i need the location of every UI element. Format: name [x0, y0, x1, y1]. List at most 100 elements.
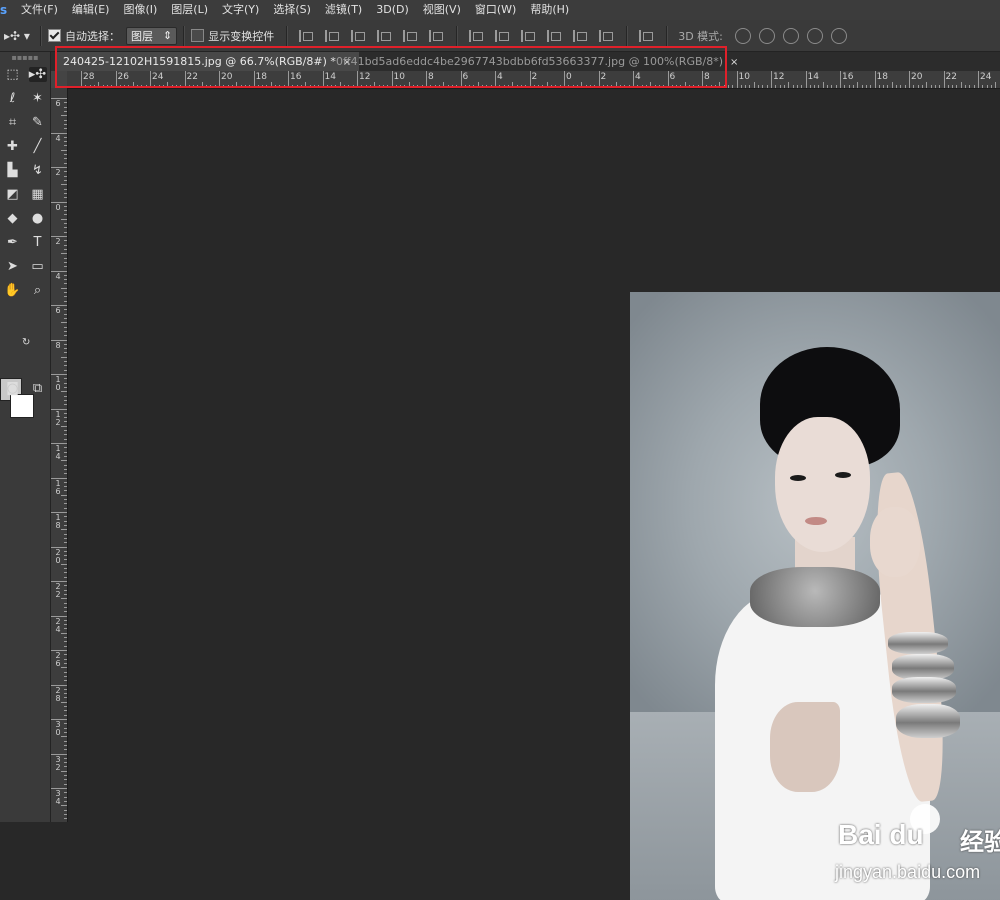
ruler-tick [547, 82, 548, 88]
pen-tool-icon[interactable]: ✒ [4, 235, 22, 250]
align-right-icon[interactable] [429, 30, 445, 42]
ruler-tick [107, 85, 108, 88]
auto-align-icon[interactable] [639, 30, 655, 42]
ruler-label: 22 [946, 72, 957, 82]
ruler-tick [64, 279, 67, 280]
menu-select[interactable]: 选择(S) [266, 0, 318, 20]
ruler-tick [64, 603, 67, 604]
align-left-icon[interactable] [377, 30, 393, 42]
ruler-tick [918, 85, 919, 88]
type-tool-icon[interactable]: T [29, 235, 47, 250]
distribute-left-icon[interactable] [547, 30, 563, 42]
photo-face [775, 417, 870, 552]
show-transform-checkbox[interactable] [191, 29, 204, 42]
marquee-tool-icon[interactable]: ⬚ [4, 67, 22, 82]
ruler-tick [249, 85, 250, 88]
quick-mask-icon[interactable]: ◙ [4, 381, 22, 396]
shape-tool-icon[interactable]: ▭ [29, 259, 47, 274]
ruler-tick [974, 85, 975, 88]
swap-colors-icon[interactable]: ↻ [22, 330, 30, 354]
document-tab[interactable]: 0ff41bd5ad6eddc4be2967743bdbb6fd53663377… [328, 52, 746, 71]
vertical-ruler[interactable]: 642024681 01 21 41 61 82 02 22 42 62 83 … [51, 88, 68, 822]
auto-select-checkbox[interactable] [48, 29, 61, 42]
ruler-tick [956, 85, 957, 88]
slide-3d-icon[interactable] [807, 28, 823, 44]
blur-tool-icon[interactable]: ◆ [4, 211, 22, 226]
ruler-tick [896, 85, 897, 88]
ruler-tick [926, 82, 927, 88]
roll-3d-icon[interactable] [759, 28, 775, 44]
distribute-right-icon[interactable] [599, 30, 615, 42]
zoom-tool-icon[interactable]: ⌕ [29, 283, 47, 298]
ruler-tick [586, 85, 587, 88]
ruler-tick [417, 85, 418, 88]
eyedropper-tool-icon[interactable]: ✎ [29, 115, 47, 130]
ruler-tick [680, 85, 681, 88]
crop-tool-icon[interactable]: ⌗ [4, 115, 22, 130]
tab-title: 240425-12102H1591815.jpg @ 66.7%(RGB/8#)… [63, 55, 336, 68]
gradient-tool-icon[interactable]: ▦ [29, 187, 47, 202]
move-tool-preset-icon[interactable]: ▸✣ ▾ [0, 29, 34, 43]
menu-edit[interactable]: 编辑(E) [65, 0, 117, 20]
align-hcenter-icon[interactable] [403, 30, 419, 42]
menu-view[interactable]: 视图(V) [416, 0, 468, 20]
healing-brush-tool-icon[interactable]: ✚ [4, 139, 22, 154]
history-brush-tool-icon[interactable]: ↯ [29, 163, 47, 178]
menu-help[interactable]: 帮助(H) [523, 0, 576, 20]
dodge-tool-icon[interactable]: ● [29, 211, 47, 226]
clone-stamp-tool-icon[interactable]: ▙ [4, 163, 22, 178]
menu-layer[interactable]: 图层(L) [164, 0, 215, 20]
align-bottom-icon[interactable] [351, 30, 367, 42]
ruler-tick [892, 82, 893, 88]
divider [40, 26, 42, 46]
align-top-icon[interactable] [299, 30, 315, 42]
panel-grip[interactable]: ▪▪▪▪▪ [0, 52, 50, 62]
distribute-vcenter-icon[interactable] [495, 30, 511, 42]
ruler-tick [64, 710, 67, 711]
ruler-tick [732, 85, 733, 88]
menu-image[interactable]: 图像(I) [116, 0, 164, 20]
ruler-tick [215, 85, 216, 88]
lasso-tool-icon[interactable]: ℓ [4, 91, 22, 106]
ruler-tick [64, 723, 67, 724]
close-icon[interactable]: × [730, 57, 738, 68]
ruler-tick [202, 82, 203, 88]
align-vcenter-icon[interactable] [325, 30, 341, 42]
hand-tool-icon[interactable]: ✋ [4, 283, 22, 298]
brush-tool-icon[interactable]: ╱ [29, 139, 47, 154]
ruler-tick [64, 348, 67, 349]
ruler-tick [64, 797, 67, 798]
magic-wand-tool-icon[interactable]: ✶ [29, 91, 47, 106]
scale-3d-icon[interactable] [831, 28, 847, 44]
ruler-tick [64, 447, 67, 448]
ruler-tick [64, 594, 67, 595]
canvas-area[interactable]: Bai du 经验 jingyan.baidu.com [68, 89, 1000, 822]
document-tab-active[interactable]: 240425-12102H1591815.jpg @ 66.7%(RGB/8#)… [55, 52, 359, 71]
path-selection-tool-icon[interactable]: ➤ [4, 259, 22, 274]
horizontal-ruler[interactable]: 2826242220181614121086420246810121416182… [67, 71, 1000, 89]
ruler-origin[interactable] [51, 71, 67, 88]
eraser-tool-icon[interactable]: ◩ [4, 187, 22, 202]
ruler-tick [64, 309, 67, 310]
photo-eye [790, 475, 806, 481]
ruler-tick [961, 82, 962, 88]
menu-file[interactable]: 文件(F) [14, 0, 65, 20]
move-tool-icon[interactable]: ▸✣ [29, 67, 47, 82]
ruler-tick [241, 85, 242, 88]
distribute-top-icon[interactable] [469, 30, 485, 42]
ruler-tick [64, 396, 67, 397]
rotate-3d-icon[interactable] [735, 28, 751, 44]
auto-select-target-dropdown[interactable]: 图层 ⇕ [126, 27, 177, 45]
menu-3d[interactable]: 3D(D) [369, 0, 416, 20]
screen-mode-icon[interactable]: ⧉ [29, 381, 47, 396]
drag-3d-icon[interactable] [783, 28, 799, 44]
distribute-bottom-icon[interactable] [521, 30, 537, 42]
menu-window[interactable]: 窗口(W) [468, 0, 523, 20]
ruler-tick [827, 85, 828, 88]
ruler-tick [620, 85, 621, 88]
menu-filter[interactable]: 滤镜(T) [318, 0, 369, 20]
ruler-tick [64, 327, 67, 328]
ruler-tick [366, 85, 367, 88]
menu-type[interactable]: 文字(Y) [215, 0, 266, 20]
distribute-hcenter-icon[interactable] [573, 30, 589, 42]
